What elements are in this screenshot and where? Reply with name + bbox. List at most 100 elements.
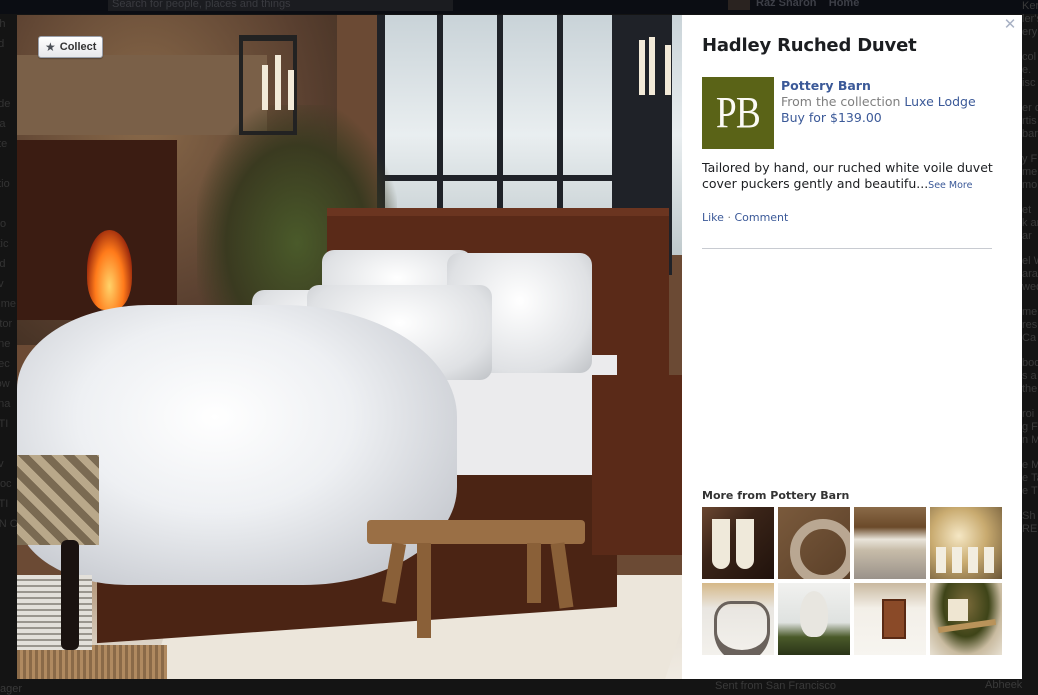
background-search-input: Search for people, places and things (108, 0, 453, 11)
background-right-item: boo (1022, 357, 1038, 369)
thumbnail-mercury-glass-candles[interactable] (930, 507, 1002, 579)
background-bottom-left-label: ager (0, 683, 23, 695)
photo-candle (275, 55, 281, 110)
background-user-name: Raz Sharon (756, 0, 817, 9)
background-location: Sent from San Francisco (715, 680, 837, 692)
background-right-item: isc (1022, 77, 1036, 89)
background-left-item (0, 74, 17, 94)
action-separator: · (727, 211, 731, 224)
background-left-item: Time (0, 298, 17, 310)
background-left-item: Doc (0, 478, 12, 490)
collection-link[interactable]: Luxe Lodge (904, 94, 975, 109)
background-left-item: irec (0, 358, 10, 370)
background-left-item: Co (0, 218, 7, 230)
background-left-item (0, 194, 17, 214)
background-left-item: stic (0, 238, 9, 250)
close-icon[interactable]: ✕ (1003, 17, 1017, 32)
background-right-item: ler's (1022, 13, 1038, 25)
photo-window-frame (557, 15, 563, 215)
thumbnail-stockings[interactable] (702, 507, 774, 579)
photo-bench-leg (527, 543, 541, 603)
background-right-item: RE (1022, 523, 1038, 535)
background-right-item: mer (1022, 166, 1038, 178)
photo-books (17, 575, 92, 650)
background-right-item: wed (1022, 281, 1038, 293)
background-left-item: Sh (0, 18, 6, 30)
photo-candle (639, 40, 645, 95)
seller-name-link[interactable]: Pottery Barn (781, 78, 976, 94)
collection-prefix: From the collection (781, 94, 901, 109)
background-right-item: ara (1022, 268, 1038, 280)
photo-fire (87, 230, 132, 310)
background-right-item: ar (1022, 230, 1032, 242)
background-right-item: res (1022, 319, 1038, 331)
seller-logo-text: PB (715, 88, 761, 137)
product-photo[interactable] (17, 15, 682, 679)
star-icon: ★ (45, 40, 56, 54)
photo-nightstand (592, 375, 682, 555)
more-from-title: More from Pottery Barn (702, 489, 850, 502)
see-more-link[interactable]: See More (928, 180, 972, 191)
photo-window-frame (437, 15, 443, 215)
background-right-item: k an (1022, 217, 1038, 229)
background-left-column: Sh ed s ede Pa nte atio Co stic Ad ev Time Stor on… (0, 14, 17, 695)
background-left-item: Pa (0, 118, 6, 130)
comment-link[interactable]: Comment (734, 211, 788, 224)
thumbnail-lanterns-on-sled[interactable] (854, 583, 926, 655)
thumbnail-deer-pillow[interactable] (702, 583, 774, 655)
background-left-item: ev (0, 278, 4, 290)
background-left-item: TN C (0, 518, 17, 530)
collection-line: From the collection Luxe Lodge (781, 94, 976, 110)
photo-candle (665, 45, 671, 95)
background-left-item: one (0, 338, 11, 350)
photo-candle (649, 37, 655, 95)
photo-candle (288, 70, 294, 110)
background-left-item: ATI (0, 498, 9, 510)
background-right-item: s a (1022, 370, 1037, 382)
background-right-item: n M (1022, 434, 1038, 446)
buy-link[interactable]: Buy for $139.00 (781, 110, 976, 126)
thumbnail-gifts-on-sled[interactable] (930, 583, 1002, 655)
seller-info: Pottery Barn From the collection Luxe Lo… (781, 78, 976, 126)
background-left-item: Stor (0, 318, 13, 330)
background-right-item: Ca (1022, 332, 1037, 344)
thumbnail-wreath[interactable] (778, 507, 850, 579)
photo-window-frame (377, 175, 612, 181)
background-home-link: Home (828, 0, 860, 9)
background-right-item: mo (1022, 179, 1038, 191)
photo-window-frame (497, 15, 503, 215)
collect-button[interactable]: ★ Collect (38, 36, 104, 58)
background-right-item: rtis (1022, 115, 1037, 127)
more-from-grid (702, 507, 1002, 655)
background-avatar (728, 0, 750, 10)
background-right-item: er c (1022, 102, 1038, 114)
thumbnail-snowy-owl[interactable] (778, 583, 850, 655)
background-right-item: ery (1022, 26, 1038, 38)
product-description: Tailored by hand, our ruched white voile… (702, 160, 1002, 194)
background-left-item: ev (0, 458, 4, 470)
collect-button-label: Collect (59, 41, 97, 53)
seller-logo[interactable]: PB (702, 77, 774, 149)
background-friend-name: Abheek (985, 679, 1023, 691)
post-actions: Like · Comment (702, 211, 788, 224)
background-right-column: Kerznerler'serycole.iscer crtisbary Fmer… (1022, 0, 1038, 695)
background-right-item: e Ta (1022, 472, 1038, 484)
photo-bench-leg (417, 543, 431, 638)
background-right-item: mer (1022, 306, 1038, 318)
background-left-item: ed (0, 38, 5, 50)
background-right-item: g Fr (1022, 421, 1038, 433)
background-right-item: e M (1022, 459, 1038, 471)
background-left-item: ana (0, 398, 11, 410)
product-title: Hadley Ruched Duvet (702, 35, 917, 56)
background-left-item: nte (0, 138, 8, 150)
thumbnail-faux-fur-throws[interactable] (854, 507, 926, 579)
background-left-item (0, 154, 17, 174)
photo-ottoman (17, 455, 99, 545)
background-right-item: roi (1022, 408, 1035, 420)
like-link[interactable]: Like (702, 211, 724, 224)
background-right-item: y F (1022, 153, 1038, 165)
background-left-item: atio (0, 178, 10, 190)
background-left-item: Ad (0, 258, 6, 270)
photo-bench (367, 520, 585, 544)
background-bottom-strip: ager Sent from San Francisco Abheek (0, 679, 1038, 695)
